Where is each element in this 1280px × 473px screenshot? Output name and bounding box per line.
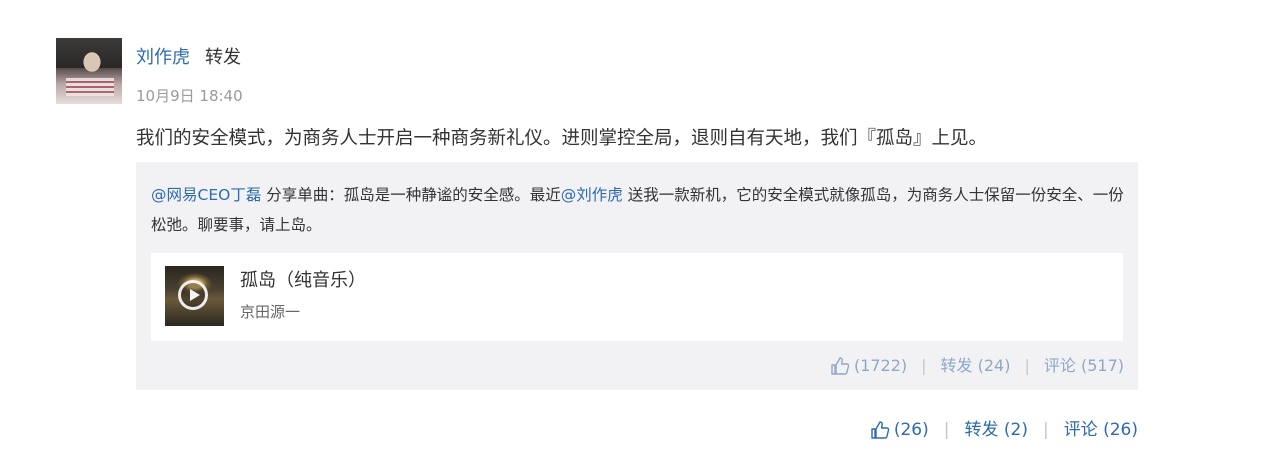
like-button[interactable]: (26)	[870, 418, 929, 442]
divider: |	[1042, 420, 1049, 440]
repost-comment-button[interactable]: 评论 (517)	[1044, 355, 1124, 377]
repost-button[interactable]: 转发 (2)	[964, 418, 1027, 442]
play-icon[interactable]	[178, 280, 208, 310]
post-action-label: 转发	[205, 47, 241, 68]
divider: |	[921, 356, 927, 375]
reposted-content-box: @网易CEO丁磊 分享单曲：孤岛是一种静谧的安全感。最近@刘作虎 送我一款新机，…	[136, 162, 1138, 390]
author-name-link[interactable]: 刘作虎	[136, 46, 190, 70]
repost-like-count: (1722)	[853, 356, 908, 375]
repost-text: @网易CEO丁磊 分享单曲：孤岛是一种静谧的安全感。最近@刘作虎 送我一款新机，…	[151, 180, 1126, 240]
comment-button[interactable]: 评论 (26)	[1064, 418, 1138, 442]
divider: |	[1024, 356, 1030, 375]
like-count: (26)	[893, 420, 929, 440]
post-stats-bar: (26) | 转发 (2) | 评论 (26)	[870, 418, 1138, 442]
post-text: 我们的安全模式，为商务人士开启一种商务新礼仪。进则掌控全局，退则自有天地，我们『…	[136, 128, 988, 149]
post-timestamp[interactable]: 10月9日 18:40	[136, 86, 243, 106]
repost-stats-bar: (1722) | 转发 (24) | 评论 (517)	[830, 355, 1124, 377]
repost-repost-button[interactable]: 转发 (24)	[941, 355, 1011, 377]
avatar-image-detail	[66, 78, 114, 96]
thumbs-up-icon	[831, 357, 850, 375]
song-title[interactable]: 孤岛（纯音乐）	[240, 269, 366, 293]
thumbs-up-icon	[871, 421, 890, 439]
repost-mention-link[interactable]: @刘作虎	[561, 186, 623, 204]
avatar[interactable]	[56, 38, 122, 104]
song-artist: 京田源一	[240, 303, 301, 321]
repost-author-mention[interactable]: @网易CEO丁磊	[151, 186, 261, 204]
repost-like-button[interactable]: (1722)	[830, 355, 907, 377]
divider: |	[943, 420, 950, 440]
album-cover[interactable]	[165, 266, 224, 326]
repost-text-part-1: 分享单曲：孤岛是一种静谧的安全感。最近	[261, 186, 561, 204]
music-card[interactable]: 孤岛（纯音乐） 京田源一	[151, 253, 1123, 341]
